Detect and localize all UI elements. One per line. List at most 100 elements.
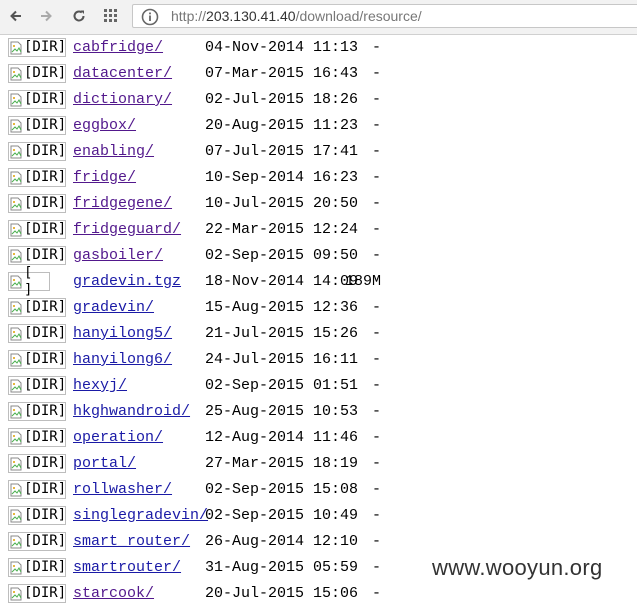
listing-row: [DIR] dictionary/02-Jul-2015 18:26- <box>0 87 637 113</box>
icon-alt-text: [DIR] <box>24 221 67 237</box>
listing-row: [DIR] smart_router/26-Aug-2014 12:10- <box>0 529 637 555</box>
icon-alt-text: [DIR] <box>24 429 67 445</box>
listing-row: [DIR] cabfridge/04-Nov-2014 11:13- <box>0 35 637 61</box>
entry-link[interactable]: gradevin.tgz <box>73 269 181 295</box>
last-modified: 02-Sep-2015 15:08 <box>205 481 359 498</box>
listing-row: [DIR] starcook/20-Jul-2015 15:06- <box>0 581 637 607</box>
broken-image-icon <box>10 431 22 444</box>
entry-link[interactable]: singlegradevin/ <box>73 503 208 529</box>
entry-link[interactable]: gradevin/ <box>73 295 154 321</box>
entry-link[interactable]: smart_router/ <box>73 529 190 555</box>
file-size: - <box>372 533 382 550</box>
folder-icon: [DIR] <box>8 454 66 473</box>
broken-image-icon <box>10 197 22 210</box>
listing-row: [DIR] gradevin/15-Aug-2015 12:36- <box>0 295 637 321</box>
entry-link[interactable]: operation/ <box>73 425 163 451</box>
file-icon: [ ] <box>8 265 50 298</box>
file-size: 189M <box>345 273 382 290</box>
broken-image-icon <box>10 509 22 522</box>
icon-alt-text: [DIR] <box>24 117 67 133</box>
listing-row: [DIR] hkghwandroid/25-Aug-2015 10:53- <box>0 399 637 425</box>
broken-image-icon <box>10 301 22 314</box>
broken-image-icon <box>10 119 22 132</box>
broken-image-icon <box>10 483 22 496</box>
folder-icon: [DIR] <box>8 116 66 135</box>
entry-link[interactable]: eggbox/ <box>73 113 136 139</box>
apps-button[interactable] <box>100 5 122 27</box>
reload-button[interactable] <box>68 5 90 27</box>
last-modified: 02-Sep-2015 01:51 <box>205 377 359 394</box>
last-modified: 27-Mar-2015 18:19 <box>205 455 359 472</box>
last-modified: 04-Nov-2014 11:13 <box>205 39 359 56</box>
icon-alt-text: [DIR] <box>24 91 67 107</box>
entry-link[interactable]: fridgeguard/ <box>73 217 181 243</box>
icon-alt-text: [DIR] <box>24 507 67 523</box>
broken-image-icon <box>10 457 22 470</box>
folder-icon: [DIR] <box>8 480 66 499</box>
entry-link[interactable]: portal/ <box>73 451 136 477</box>
folder-icon: [DIR] <box>8 298 66 317</box>
entry-link[interactable]: enabling/ <box>73 139 154 165</box>
listing-row: [ ] gradevin.tgz 18-Nov-2014 14:09 189M <box>0 265 637 298</box>
entry-link[interactable]: fridge/ <box>73 165 136 191</box>
address-bar[interactable]: http://203.130.41.40/download/resource/ <box>132 4 637 28</box>
last-modified: 02-Sep-2015 09:50 <box>205 247 359 264</box>
entry-link[interactable]: hanyilong6/ <box>73 347 172 373</box>
icon-alt-text: [DIR] <box>24 195 67 211</box>
file-size: - <box>372 247 382 264</box>
file-size: - <box>372 221 382 238</box>
last-modified: 25-Aug-2015 10:53 <box>205 403 359 420</box>
folder-icon: [DIR] <box>8 142 66 161</box>
file-size: - <box>372 39 382 56</box>
folder-icon: [DIR] <box>8 324 66 343</box>
folder-icon: [DIR] <box>8 402 66 421</box>
last-modified: 02-Sep-2015 10:49 <box>205 507 359 524</box>
last-modified: 22-Mar-2015 12:24 <box>205 221 359 238</box>
back-button[interactable] <box>5 5 27 27</box>
folder-icon: [DIR] <box>8 558 66 577</box>
entry-link[interactable]: cabfridge/ <box>73 35 163 61</box>
last-modified: 31-Aug-2015 05:59 <box>205 559 359 576</box>
file-size: - <box>372 117 382 134</box>
entry-link[interactable]: rollwasher/ <box>73 477 172 503</box>
entry-link[interactable]: smartrouter/ <box>73 555 181 581</box>
file-size: - <box>372 455 382 472</box>
file-size: - <box>372 169 382 186</box>
broken-image-icon <box>10 587 22 600</box>
file-size: - <box>372 403 382 420</box>
file-size: - <box>372 429 382 446</box>
entry-link[interactable]: hkghwandroid/ <box>73 399 190 425</box>
page-info-icon[interactable] <box>141 8 159 26</box>
url-host: 203.130.41.40 <box>206 8 296 24</box>
file-size: - <box>372 299 382 316</box>
entry-link[interactable]: datacenter/ <box>73 61 172 87</box>
folder-icon: [DIR] <box>8 428 66 447</box>
entry-link[interactable]: hexyj/ <box>73 373 127 399</box>
file-size: - <box>372 325 382 342</box>
entry-link[interactable]: hanyilong5/ <box>73 321 172 347</box>
broken-image-icon <box>10 561 22 574</box>
folder-icon: [DIR] <box>8 90 66 109</box>
back-arrow-icon <box>10 10 21 22</box>
broken-image-icon <box>10 67 22 80</box>
entry-link[interactable]: dictionary/ <box>73 87 172 113</box>
listing-row: [DIR] enabling/07-Jul-2015 17:41- <box>0 139 637 165</box>
forward-button[interactable] <box>35 5 57 27</box>
listing-row: [DIR] datacenter/07-Mar-2015 16:43- <box>0 61 637 87</box>
icon-alt-text: [DIR] <box>24 169 67 185</box>
icon-alt-text: [DIR] <box>24 559 67 575</box>
last-modified: 02-Jul-2015 18:26 <box>205 91 359 108</box>
last-modified: 10-Jul-2015 20:50 <box>205 195 359 212</box>
entry-link[interactable]: gasboiler/ <box>73 243 163 269</box>
broken-image-icon <box>10 353 22 366</box>
listing-row: [DIR] rollwasher/02-Sep-2015 15:08- <box>0 477 637 503</box>
folder-icon: [DIR] <box>8 38 66 57</box>
broken-image-icon <box>10 275 22 288</box>
entry-link[interactable]: fridgegene/ <box>73 191 172 217</box>
icon-alt-text: [DIR] <box>24 39 67 55</box>
watermark: www.wooyun.org <box>432 555 603 580</box>
url-scheme: http:// <box>171 8 207 24</box>
entry-link[interactable]: starcook/ <box>73 581 154 607</box>
folder-icon: [DIR] <box>8 64 66 83</box>
icon-alt-text: [DIR] <box>24 351 67 367</box>
